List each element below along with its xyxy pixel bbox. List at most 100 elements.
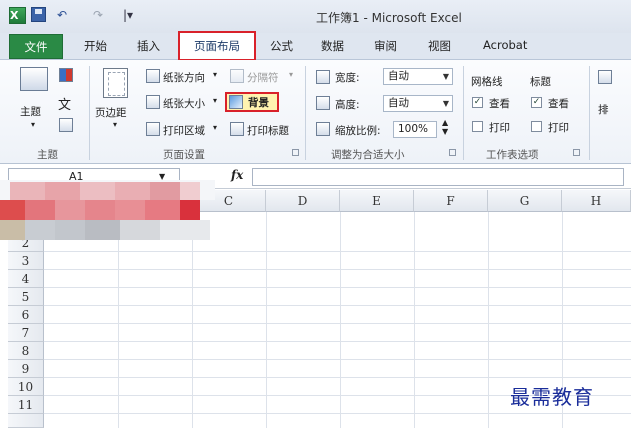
gridline [44,305,631,306]
height-value: 自动 [388,97,409,109]
gridlines-label: 网格线 [471,76,503,88]
margins-icon[interactable] [103,68,128,98]
width-label: 宽度: [335,72,360,84]
group-separator [589,66,590,160]
gridline [44,269,631,270]
row-header[interactable]: 4 [8,270,44,288]
width-icon [316,70,330,84]
gridline [44,413,631,414]
insert-function-icon[interactable]: fx [231,168,243,182]
tab-home[interactable]: 开始 [84,38,107,54]
margins-button-label[interactable]: 页边距 [95,105,127,120]
row-header[interactable] [8,414,44,428]
breaks-icon[interactable] [230,69,244,83]
themes-dropdown-icon[interactable]: ▾ [31,120,35,129]
row-header[interactable]: 11 [8,396,44,414]
group-separator [305,66,306,160]
print-area-icon[interactable] [146,122,160,136]
tab-review[interactable]: 审阅 [374,38,397,54]
tab-acrobat[interactable]: Acrobat [483,38,527,52]
gridline [44,341,631,342]
mosaic-overlay [0,180,215,242]
scale-spinner-icon[interactable]: ▲ ▼ [442,118,448,136]
print-area-dropdown-icon[interactable]: ▾ [213,123,217,132]
fonts-icon[interactable]: 文 [58,94,71,113]
row-header[interactable]: 9 [8,360,44,378]
print-titles-icon[interactable] [230,122,244,136]
orientation-dropdown-icon[interactable]: ▾ [213,70,217,79]
gridlines-print-checkbox[interactable] [472,121,483,132]
orientation-button[interactable]: 纸张方向 [163,70,205,85]
tab-insert[interactable]: 插入 [137,38,160,54]
themes-icon[interactable] [20,67,48,91]
colors-icon[interactable] [59,68,73,82]
headings-print-checkbox[interactable] [531,121,542,132]
undo-icon[interactable]: ↶ [57,8,67,22]
tab-file[interactable]: 文件 [9,34,63,59]
chevron-down-icon: ▼ [442,99,449,108]
row-header[interactable]: 7 [8,324,44,342]
gridlines-print-label: 打印 [489,122,510,134]
customize-quick-access-icon[interactable]: |▾ [123,8,133,22]
width-value: 自动 [388,70,409,82]
row-header[interactable]: 6 [8,306,44,324]
height-dropdown[interactable]: 自动 ▼ [383,95,453,112]
chevron-down-icon: ▼ [442,72,449,81]
watermark: 最需教育 [510,385,594,409]
orientation-icon[interactable] [146,69,160,83]
tab-view[interactable]: 视图 [428,38,451,54]
ribbon-tabs: 文件 开始 插入 页面布局 公式 数据 审阅 视图 Acrobat [0,31,631,61]
themes-button-label[interactable]: 主题 [20,104,41,119]
size-dropdown-icon[interactable]: ▾ [213,96,217,105]
gridline [44,377,631,378]
margins-dropdown-icon[interactable]: ▾ [113,120,117,129]
headings-label: 标题 [530,76,551,88]
ribbon: 主题 ▾ 文 主题 页边距 ▾ 纸张方向 ▾ 纸张大小 ▾ 打印区域 ▾ 分隔符… [0,60,631,164]
group-separator [463,66,464,160]
gridline [44,251,631,252]
title-bar: X ↶ ↷ |▾ 工作簿1 - Microsoft Excel [0,0,631,33]
themes-group-name: 主题 [37,149,58,161]
page-setup-dialog-launcher-icon[interactable] [292,149,299,156]
group-separator [89,66,90,160]
save-icon[interactable] [31,7,46,22]
tab-data[interactable]: 数据 [321,38,344,54]
headings-view-label: 查看 [548,98,569,110]
row-header[interactable]: 10 [8,378,44,396]
row-header[interactable]: 3 [8,252,44,270]
sheet-options-dialog-launcher-icon[interactable] [573,149,580,156]
scale-icon [316,122,330,136]
scale-dialog-launcher-icon[interactable] [449,149,456,156]
formula-input[interactable] [252,168,624,186]
redo-icon[interactable]: ↷ [93,8,103,22]
gridline [44,323,631,324]
column-header-f[interactable]: F [414,190,488,212]
background-button[interactable]: 背景 [225,92,279,112]
column-header-g[interactable]: G [488,190,562,212]
arrange-icon[interactable] [598,70,612,84]
gridlines-view-checkbox[interactable]: ✓ [472,97,483,108]
tab-page-layout[interactable]: 页面布局 [178,31,256,61]
size-icon[interactable] [146,95,160,109]
print-area-button[interactable]: 打印区域 [163,123,205,138]
column-header-e[interactable]: E [340,190,414,212]
column-header-d[interactable]: D [266,190,340,212]
breaks-button[interactable]: 分隔符 [247,70,279,85]
print-titles-button[interactable]: 打印标题 [247,123,289,138]
scale-to-fit-group-name: 调整为合适大小 [331,149,405,161]
arrange-button-label[interactable]: 排 [598,102,609,117]
row-header[interactable]: 5 [8,288,44,306]
gridline [44,287,631,288]
width-dropdown[interactable]: 自动 ▼ [383,68,453,85]
headings-view-checkbox[interactable]: ✓ [531,97,542,108]
size-button[interactable]: 纸张大小 [163,96,205,111]
breaks-dropdown-icon[interactable]: ▾ [289,70,293,79]
row-header[interactable]: 8 [8,342,44,360]
scale-input[interactable]: 100% [393,121,437,138]
excel-app-icon[interactable]: X [9,7,26,24]
column-header-h[interactable]: H [562,190,631,212]
effects-icon[interactable] [59,118,73,132]
tab-formulas[interactable]: 公式 [270,38,293,54]
window-title: 工作簿1 - Microsoft Excel [316,11,462,25]
gridline [44,359,631,360]
